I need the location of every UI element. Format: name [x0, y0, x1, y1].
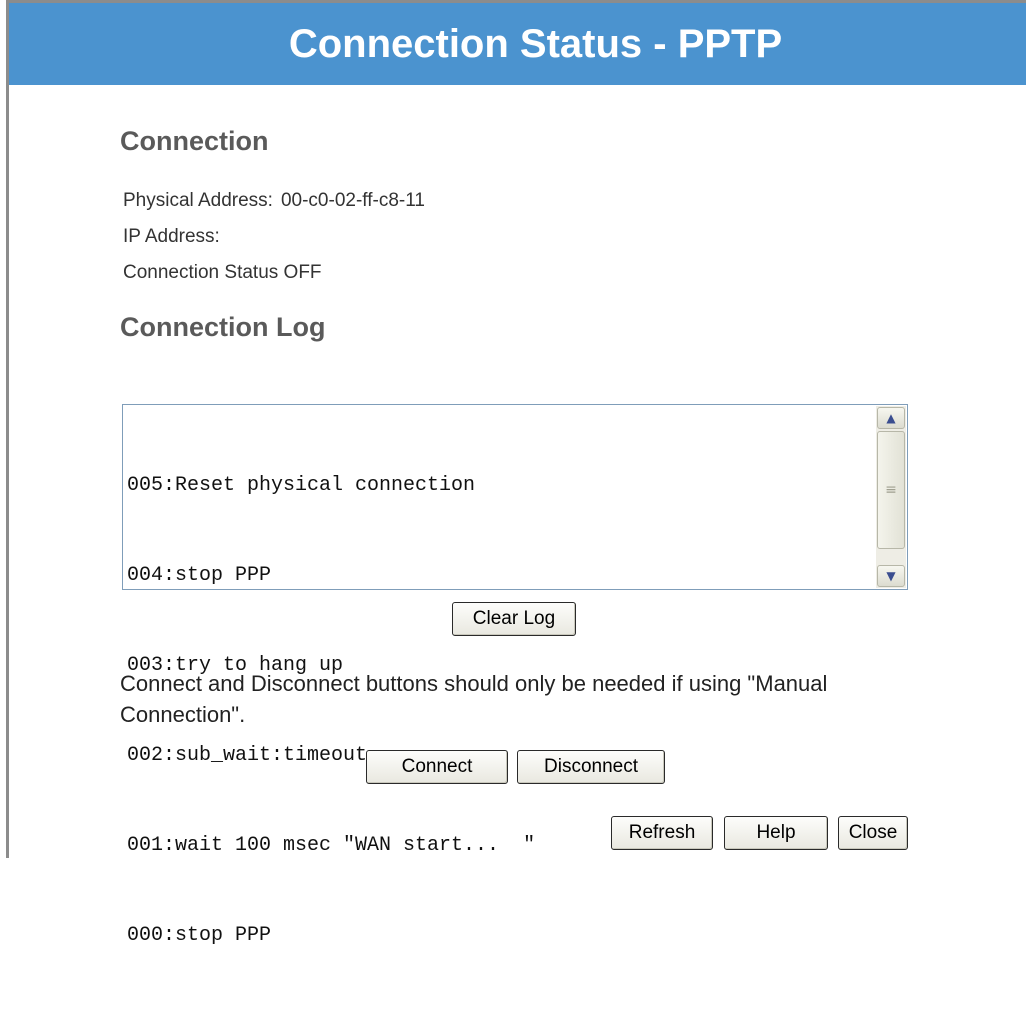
ip-address-row: IP Address:: [123, 226, 228, 248]
log-line: 004:stop PPP: [127, 564, 272, 587]
close-button[interactable]: Close: [838, 816, 908, 850]
page-title-text: Connection Status - PPTP: [288, 22, 783, 66]
connection-log-textarea[interactable]: 005:Reset physical connection 004:stop P…: [122, 404, 908, 947]
connection-status-row: Connection Status OFF: [123, 262, 322, 284]
physical-address-row: Physical Address: 00-c0-02-ff-c8-11: [123, 190, 425, 212]
log-scrollbar[interactable]: ▲ ≡ ▼: [876, 406, 906, 588]
connection-status-label: Connection Status: [123, 262, 279, 283]
refresh-button[interactable]: Refresh: [611, 816, 713, 850]
connection-status-value: OFF: [283, 262, 322, 283]
page-title: Connection Status - PPTP: [9, 3, 1026, 85]
log-line: 005:Reset physical connection: [127, 474, 476, 497]
connect-button[interactable]: Connect: [366, 750, 508, 784]
manual-connection-note: Connect and Disconnect buttons should on…: [120, 671, 828, 727]
scroll-down-icon[interactable]: ▼: [877, 565, 905, 587]
help-button[interactable]: Help: [724, 816, 828, 850]
log-line: 000:stop PPP: [127, 924, 272, 947]
ip-address-label: IP Address:: [123, 226, 220, 247]
clear-log-button[interactable]: Clear Log: [452, 602, 576, 636]
connection-log-heading: Connection Log: [120, 312, 326, 342]
scroll-up-icon[interactable]: ▲: [877, 407, 905, 429]
connection-heading: Connection: [120, 126, 269, 156]
disconnect-button[interactable]: Disconnect: [517, 750, 665, 784]
physical-address-value: 00-c0-02-ff-c8-11: [280, 190, 425, 211]
physical-address-label: Physical Address:: [123, 190, 273, 211]
scroll-thumb-grip-icon[interactable]: ≡: [877, 431, 905, 549]
